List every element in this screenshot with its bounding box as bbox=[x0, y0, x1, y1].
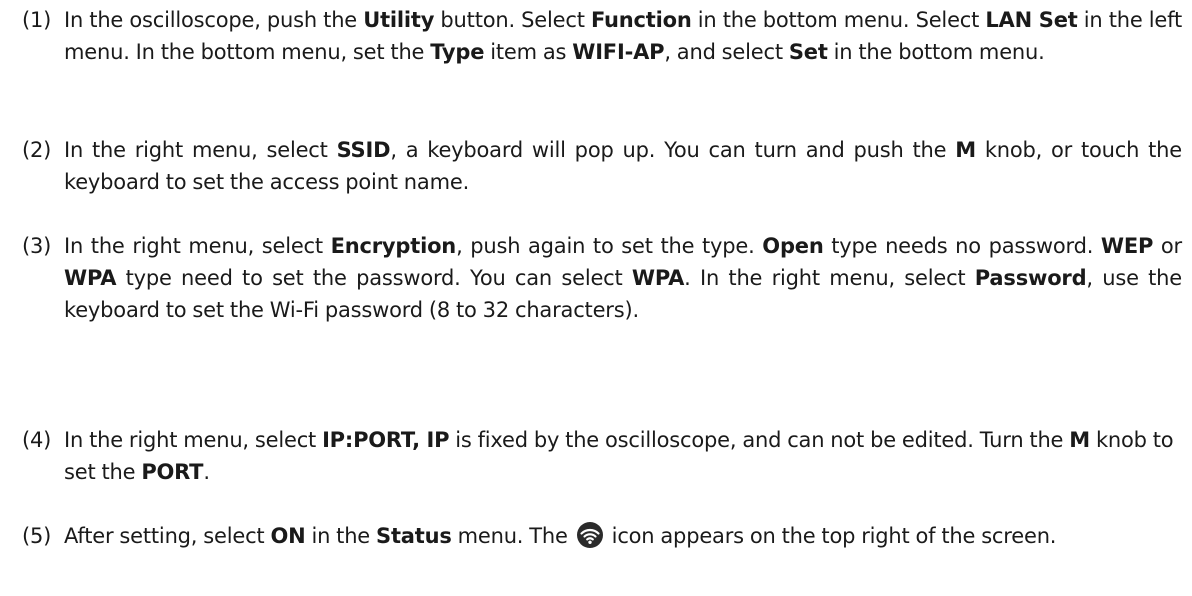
step-2: (2) In the right menu, select SSID, a ke… bbox=[22, 134, 1182, 198]
step-4: (4) In the right menu, select IP:PORT, I… bbox=[22, 424, 1182, 488]
step-text: In the oscilloscope, push the Utility bu… bbox=[64, 8, 1182, 64]
step-number: (4) bbox=[22, 428, 52, 452]
step-number: (2) bbox=[22, 138, 52, 162]
bold-term: WPA bbox=[64, 266, 117, 290]
bold-term: M bbox=[955, 138, 976, 162]
bold-term: M bbox=[1069, 428, 1090, 452]
bold-term: Function bbox=[590, 8, 692, 32]
bold-term: LAN Set bbox=[985, 8, 1078, 32]
bold-term: WPA bbox=[631, 266, 685, 290]
bold-term: IP:PORT, IP bbox=[322, 428, 450, 452]
step-number: (5) bbox=[22, 524, 52, 548]
step-number: (3) bbox=[22, 234, 52, 258]
step-text: After setting, select ON in the Status m… bbox=[64, 520, 1182, 552]
step-text: In the right menu, select IP:PORT, IP is… bbox=[64, 428, 1174, 484]
step-1: (1) In the oscilloscope, push the Utilit… bbox=[22, 4, 1182, 68]
wifi-icon bbox=[576, 521, 604, 549]
step-5: (5) After setting, select ON in the Stat… bbox=[22, 520, 1182, 552]
step-text: In the right menu, select Encryption, pu… bbox=[64, 234, 1182, 322]
step-text: In the right menu, select SSID, a keyboa… bbox=[64, 138, 1182, 194]
step-3: (3) In the right menu, select Encryption… bbox=[22, 230, 1182, 326]
bold-term: PORT bbox=[141, 460, 204, 484]
bold-term: Encryption bbox=[330, 234, 457, 258]
bold-term: ON bbox=[270, 524, 306, 548]
bold-term: Password bbox=[974, 266, 1087, 290]
bold-term: WIFI-AP bbox=[572, 40, 665, 64]
bold-term: Open bbox=[762, 234, 824, 258]
bold-term: WEP bbox=[1100, 234, 1154, 258]
bold-term: SSID bbox=[336, 138, 391, 162]
bold-term: Set bbox=[788, 40, 828, 64]
bold-term: Status bbox=[376, 524, 452, 548]
instruction-document: (1) In the oscilloscope, push the Utilit… bbox=[0, 0, 1192, 596]
bold-term: Utility bbox=[363, 8, 435, 32]
step-number: (1) bbox=[22, 8, 52, 32]
bold-term: Type bbox=[430, 40, 485, 64]
